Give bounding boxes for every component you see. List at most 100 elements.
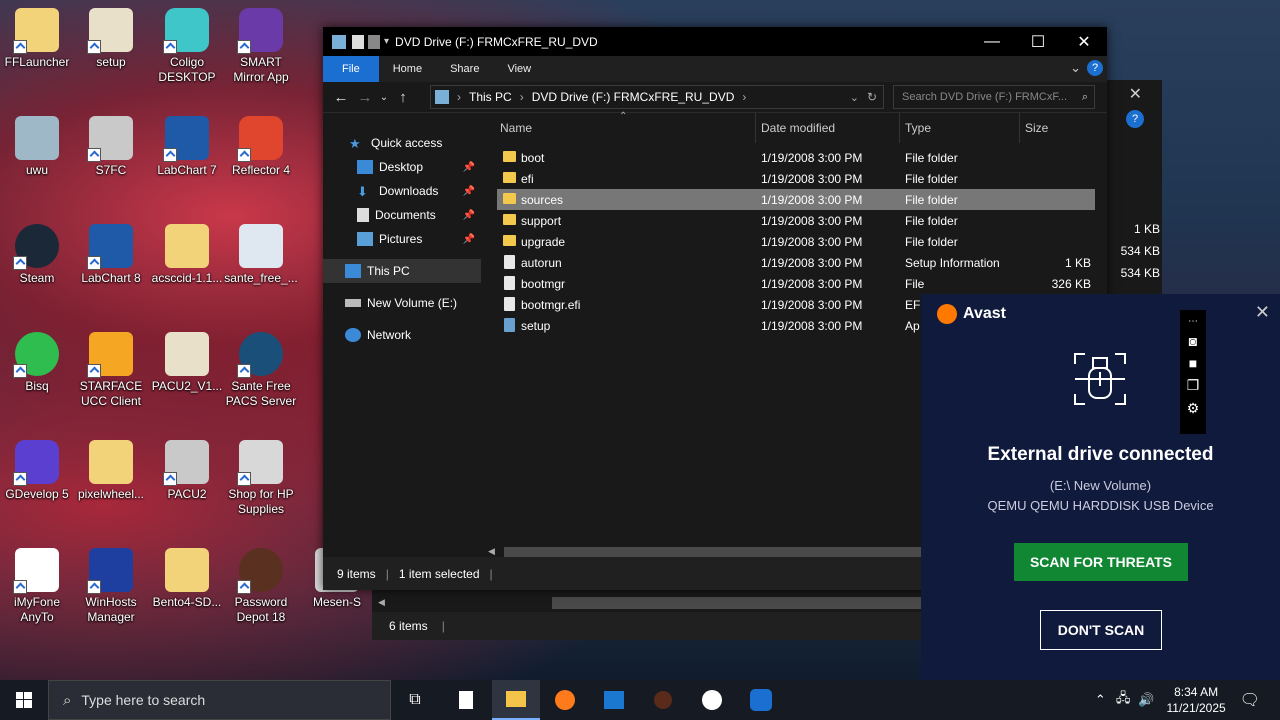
tab-share[interactable]: Share: [436, 56, 493, 82]
breadcrumb-chevron-icon[interactable]: ›: [520, 90, 524, 104]
table-row[interactable]: boot 1/19/2008 3:00 PM File folder: [497, 147, 1095, 168]
nav-downloads[interactable]: ⬇ Downloads 📌: [323, 179, 481, 203]
minimize-button[interactable]: —: [969, 27, 1015, 56]
breadcrumb-chevron-icon[interactable]: ›: [457, 90, 461, 104]
table-row[interactable]: autorun 1/19/2008 3:00 PM Setup Informatio…: [497, 252, 1095, 273]
qat-dropdown-icon[interactable]: ▾: [384, 36, 389, 47]
table-row[interactable]: bootmgr 1/19/2008 3:00 PM File 326 KB: [497, 273, 1095, 294]
desktop-icon-setup[interactable]: setup: [74, 8, 148, 70]
desktop-icon-password-depot[interactable]: Password Depot 18: [224, 548, 298, 625]
app-taskbar-button[interactable]: [737, 680, 785, 720]
start-button[interactable]: [0, 680, 48, 720]
column-date-modified[interactable]: Date modified: [761, 121, 835, 135]
desktop-icon-pixelwheel[interactable]: pixelwheel...: [74, 440, 148, 502]
column-type[interactable]: Type: [905, 121, 931, 135]
gear-icon[interactable]: ⚙: [1187, 400, 1200, 417]
nav-this-pc[interactable]: This PC: [323, 259, 481, 283]
taskbar-search-input[interactable]: ⌕ Type here to search: [48, 680, 391, 720]
desktop-icon-bento4[interactable]: Bento4-SD...: [150, 548, 224, 610]
desktop-icon-sante-pacs[interactable]: Sante Free PACS Server: [224, 332, 298, 409]
maximize-button[interactable]: ☐: [1015, 27, 1061, 56]
close-icon[interactable]: ✕: [1255, 302, 1270, 323]
pin-icon[interactable]: 📌: [463, 186, 475, 197]
app-taskbar-button[interactable]: [688, 680, 736, 720]
scroll-left-icon[interactable]: ◀: [378, 597, 385, 608]
table-row[interactable]: upgrade 1/19/2008 3:00 PM File folder: [497, 231, 1095, 252]
clock[interactable]: 8:34 AM 11/21/2025: [1167, 684, 1226, 716]
desktop-icon-imyfone[interactable]: iMyFone AnyTo: [0, 548, 74, 625]
desktop-icon-pacu2[interactable]: PACU2: [150, 440, 224, 502]
desktop-icon-reflector[interactable]: Reflector 4: [224, 116, 298, 178]
chevron-up-icon[interactable]: ⌃: [1095, 692, 1106, 708]
desktop-icon-acsccid[interactable]: acsccid-1.1...: [150, 224, 224, 286]
search-input[interactable]: Search DVD Drive (F:) FRMCxF... ⌕: [893, 85, 1095, 109]
scrollbar-thumb[interactable]: [504, 547, 924, 557]
up-arrow-icon[interactable]: ↑: [391, 89, 415, 106]
nav-new-volume[interactable]: New Volume (E:): [323, 291, 481, 315]
address-dropdown-icon[interactable]: ⌄: [850, 91, 859, 104]
table-row[interactable]: efi 1/19/2008 3:00 PM File folder: [497, 168, 1095, 189]
refresh-icon[interactable]: ↻: [867, 90, 877, 104]
desktop-icon-fflauncher[interactable]: FFLauncher: [0, 8, 74, 70]
scan-for-threats-button[interactable]: SCAN FOR THREATS: [1014, 543, 1188, 581]
network-icon[interactable]: 🖧: [1116, 689, 1131, 711]
desktop-icon-hp-supplies[interactable]: Shop for HP Supplies: [224, 440, 298, 517]
column-name[interactable]: Name: [500, 121, 532, 135]
desktop-icon-smart-mirror[interactable]: SMART Mirror App: [224, 8, 298, 85]
desktop-icon-labchart8[interactable]: LabChart 8: [74, 224, 148, 286]
close-icon[interactable]: ✕: [1129, 84, 1142, 104]
notepad-taskbar-button[interactable]: [442, 680, 490, 720]
scrollbar-thumb[interactable]: [552, 597, 952, 609]
dont-scan-button[interactable]: DON'T SCAN: [1040, 610, 1162, 650]
file-explorer-taskbar-button[interactable]: [492, 680, 540, 720]
help-icon[interactable]: ?: [1126, 110, 1144, 128]
nav-network[interactable]: Network: [323, 323, 481, 347]
table-row-selected[interactable]: sources 1/19/2008 3:00 PM File folder: [497, 189, 1095, 210]
task-view-button[interactable]: ⧉: [391, 680, 439, 720]
recent-locations-icon[interactable]: ⌄: [377, 92, 391, 103]
desktop-icon-labchart7[interactable]: LabChart 7: [150, 116, 224, 178]
close-button[interactable]: ✕: [1061, 27, 1107, 56]
tab-view[interactable]: View: [493, 56, 545, 82]
nav-quick-access[interactable]: ★ Quick access: [323, 131, 481, 155]
forward-arrow-icon[interactable]: →: [353, 89, 377, 106]
desktop-icon-coligo[interactable]: Coligo DESKTOP: [150, 8, 224, 85]
breadcrumb-this-pc[interactable]: This PC: [469, 90, 512, 104]
table-row[interactable]: support 1/19/2008 3:00 PM File folder: [497, 210, 1095, 231]
back-arrow-icon[interactable]: ←: [329, 89, 353, 106]
column-size[interactable]: Size: [1025, 121, 1048, 135]
nav-documents[interactable]: Documents 📌: [323, 203, 481, 227]
new-folder-icon[interactable]: [368, 34, 380, 49]
desktop-icon-winhosts[interactable]: WinHosts Manager: [74, 548, 148, 625]
tab-home[interactable]: Home: [379, 56, 436, 82]
tool-settings-icon[interactable]: ⋯: [1188, 316, 1198, 327]
nav-pictures[interactable]: Pictures 📌: [323, 227, 481, 251]
breadcrumb-dvd-drive[interactable]: DVD Drive (F:) FRMCxFRE_RU_DVD: [532, 90, 735, 104]
firefox-taskbar-button[interactable]: [541, 680, 589, 720]
properties-icon[interactable]: [352, 34, 364, 49]
camera-icon[interactable]: ◙: [1189, 333, 1197, 349]
desktop-icon-starface[interactable]: STARFACE UCC Client: [74, 332, 148, 409]
desktop-icon-gdevelop[interactable]: GDevelop 5: [0, 440, 74, 502]
video-camera-icon[interactable]: ■: [1189, 355, 1197, 371]
volume-icon[interactable]: 🔊: [1138, 692, 1154, 708]
copy-icon[interactable]: ❐: [1187, 377, 1200, 394]
pin-icon[interactable]: 📌: [463, 162, 475, 173]
notification-icon[interactable]: 🗨: [1240, 690, 1260, 710]
desktop-icon-bisq[interactable]: Bisq: [0, 332, 74, 394]
pin-icon[interactable]: 📌: [463, 234, 475, 245]
tab-file[interactable]: File: [323, 56, 379, 82]
nav-desktop[interactable]: Desktop 📌: [323, 155, 481, 179]
outlook-taskbar-button[interactable]: [590, 680, 638, 720]
title-bar[interactable]: ▾ DVD Drive (F:) FRMCxFRE_RU_DVD — ☐ ✕: [323, 27, 1107, 56]
help-icon[interactable]: ?: [1087, 60, 1103, 76]
expand-ribbon-icon[interactable]: ⌄: [1070, 60, 1081, 76]
address-bar[interactable]: › This PC › DVD Drive (F:) FRMCxFRE_RU_D…: [430, 85, 884, 109]
breadcrumb-chevron-icon[interactable]: ›: [742, 90, 746, 104]
pin-icon[interactable]: 📌: [463, 210, 475, 221]
desktop-icon-steam[interactable]: Steam: [0, 224, 74, 286]
desktop-icon-sante-free[interactable]: sante_free_...: [224, 224, 298, 286]
scroll-left-icon[interactable]: ◀: [488, 546, 495, 557]
desktop-icon-s7fc[interactable]: S7FC: [74, 116, 148, 178]
app-taskbar-button[interactable]: [639, 680, 687, 720]
